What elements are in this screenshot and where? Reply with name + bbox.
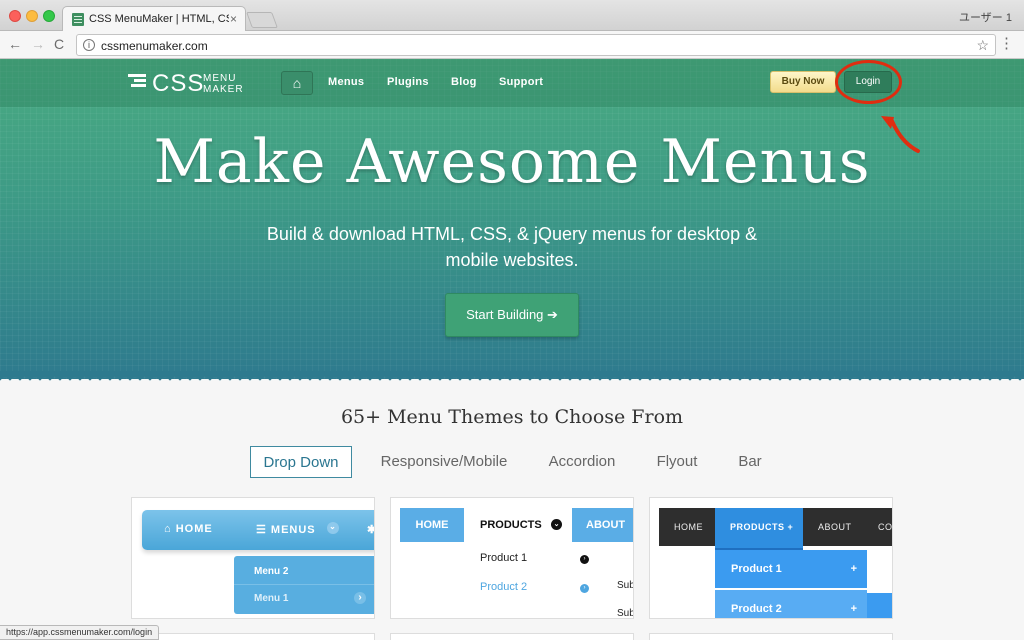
browser-window: CSS MenuMaker | HTML, CSS, × ユーザー 1 ← → … [0, 0, 1024, 640]
home-nav-button[interactable]: ⌂ [281, 71, 313, 95]
address-toolbar: ← → C i cssmenumaker.com ☆ ⋮ [0, 31, 1024, 59]
preview-subitem: Sub [617, 580, 634, 591]
chevron-down-icon: ⌄ [551, 519, 562, 530]
preview-about-item: ABOUT [818, 522, 852, 532]
chevron-right-icon: › [580, 584, 589, 593]
preview-menus-item: ☰ MENUS [256, 524, 316, 536]
tab-bar[interactable]: Bar [730, 446, 770, 478]
preview-about-item: ABOUT [572, 508, 633, 542]
close-window-button[interactable] [9, 10, 21, 22]
preview-dropdown-item: Product 2 [480, 581, 528, 593]
submenu-divider [234, 584, 374, 585]
chevron-down-icon: ⌄ [327, 522, 339, 534]
theme-preview-card[interactable]: ⌂ HOME ☰ MENUS ⌄ ✱ Menu 2 Menu 1 › [131, 497, 375, 619]
chevron-right-icon: › [354, 592, 366, 604]
chevron-right-icon: › [580, 555, 589, 564]
preview-home-item: ⌂ HOME [164, 523, 213, 535]
hero-title: Make Awesome Menus [153, 127, 871, 197]
theme-preview-card-row2[interactable] [131, 633, 375, 640]
reload-icon[interactable]: C [54, 37, 64, 51]
preview-flyout-edge [867, 593, 892, 618]
gear-icon: ✱ [367, 523, 374, 536]
preview-submenu: Menu 2 Menu 1 › [234, 556, 374, 614]
preview-products-label: PRODUCTS [480, 519, 542, 531]
info-icon[interactable]: i [83, 39, 95, 51]
nav-blog[interactable]: Blog [451, 76, 477, 88]
logo-css-text: CSS [152, 70, 205, 97]
zoom-window-button[interactable] [43, 10, 55, 22]
tab-responsive-mobile[interactable]: Responsive/Mobile [372, 446, 516, 478]
preview-dropdown-label: Product 1 [731, 563, 782, 575]
preview-dropdown-item: Product 1 [480, 552, 528, 564]
address-bar[interactable]: i cssmenumaker.com ☆ [76, 34, 996, 56]
new-tab-button[interactable] [246, 12, 278, 28]
preview-dropdown-item: Product 2 + [715, 590, 867, 618]
tab-bar: CSS MenuMaker | HTML, CSS, × ユーザー 1 [0, 0, 1024, 32]
preview-dropdown-item: Product 1 + [715, 550, 867, 588]
nav-plugins[interactable]: Plugins [387, 76, 429, 88]
tab-accordion[interactable]: Accordion [538, 446, 626, 478]
back-arrow-icon[interactable]: ← [8, 37, 22, 51]
preview-menu-bar: ⌂ HOME ☰ MENUS ⌄ ✱ [142, 510, 374, 550]
plus-icon: + [850, 563, 857, 575]
forward-arrow-icon[interactable]: → [31, 37, 45, 51]
minimize-window-button[interactable] [26, 10, 38, 22]
preview-home-item: HOME [400, 508, 464, 542]
url-text[interactable]: cssmenumaker.com [101, 39, 208, 53]
themes-heading: 65+ Menu Themes to Choose From [340, 406, 684, 428]
tab-flyout[interactable]: Flyout [648, 446, 706, 478]
home-icon: ⌂ [292, 75, 302, 91]
tab-drop-down[interactable]: Drop Down [250, 446, 352, 478]
preview-dropdown: Product 1 › Product 2 › [464, 542, 600, 600]
nav-support[interactable]: Support [499, 76, 543, 88]
browser-menu-icon[interactable]: ⋮ [999, 36, 1014, 51]
bookmark-star-icon[interactable]: ☆ [976, 37, 989, 54]
theme-preview-card[interactable]: HOME PRODUCTS + ABOUT CON Product 1 + Pro… [649, 497, 893, 619]
status-bar-url: https://app.cssmenumaker.com/login [0, 625, 160, 640]
preview-submenu-item: Menu 2 [254, 566, 289, 577]
hero-subtitle: Build & download HTML, CSS, & jQuery men… [266, 224, 758, 270]
buy-now-button[interactable]: Buy Now [770, 71, 836, 93]
tab-title: CSS MenuMaker | HTML, CSS, [89, 13, 229, 25]
preview-submenu-item: Menu 1 [254, 593, 289, 604]
preview-home-item: HOME [674, 522, 703, 532]
plus-icon: + [850, 603, 857, 615]
annotation-circle [835, 60, 902, 104]
nav-menus[interactable]: Menus [328, 76, 364, 88]
preview-contact-item: CON [878, 522, 893, 532]
logo-line-2: MAKER [203, 84, 244, 95]
theme-preview-card-row2[interactable] [390, 633, 634, 640]
logo-bars-icon [128, 74, 146, 92]
preview-subitem: Sub [617, 608, 634, 619]
hero-zigzag-edge [0, 371, 1024, 381]
preview-products-item: PRODUCTS + [730, 522, 794, 532]
site-logo[interactable]: CSS MENU MAKER [128, 71, 248, 97]
web-page: CSS MENU MAKER ⌂ Menus Plugins Blog Suppo… [0, 59, 1024, 640]
favicon-icon [72, 13, 84, 26]
tab-close-icon[interactable]: × [230, 12, 237, 26]
logo-line-1: MENU [203, 73, 237, 84]
profile-label[interactable]: ユーザー 1 [959, 9, 1012, 25]
browser-tab[interactable]: CSS MenuMaker | HTML, CSS, × [62, 6, 246, 32]
start-building-button[interactable]: Start Building ➔ [445, 293, 579, 337]
preview-products-item: PRODUCTS ⌄ [464, 508, 572, 542]
preview-dropdown-label: Product 2 [731, 603, 782, 615]
theme-preview-card-row2[interactable] [649, 633, 893, 640]
logo-menu-maker-text: MENU MAKER [203, 73, 244, 95]
theme-preview-card[interactable]: HOME PRODUCTS ⌄ ABOUT Product 1 › Product… [390, 497, 634, 619]
preview-dropdown: Product 1 + Product 2 + [715, 550, 867, 618]
